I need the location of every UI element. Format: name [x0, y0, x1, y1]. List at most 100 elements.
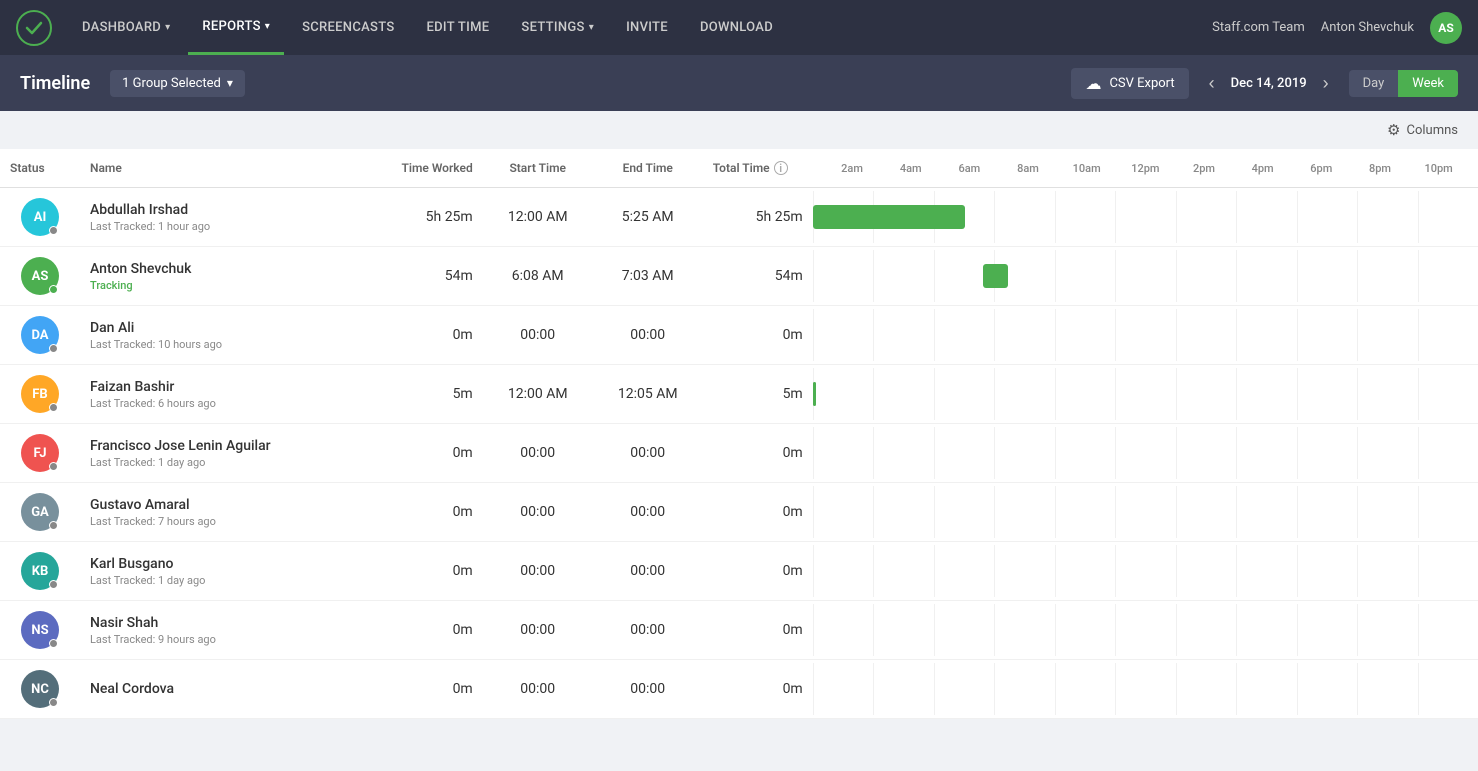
timeline-bar-area	[813, 486, 1478, 538]
th-status: Status	[0, 149, 80, 188]
nav-settings[interactable]: SETTINGS ▾	[507, 0, 608, 55]
user-name-label: Anton Shevchuk	[90, 261, 363, 277]
date-navigation: ‹ Dec 14, 2019 ›	[1201, 69, 1337, 98]
user-name-label: Karl Busgano	[90, 556, 363, 572]
timeline-bar	[983, 264, 1008, 288]
total-time-cell: 0m	[703, 542, 813, 601]
status-dot	[49, 639, 58, 648]
start-time-cell: 00:00	[483, 660, 593, 719]
week-view-button[interactable]: Week	[1398, 70, 1458, 97]
cloud-icon: ☁	[1085, 74, 1101, 93]
time-worked-cell: 0m	[373, 660, 483, 719]
day-view-button[interactable]: Day	[1349, 70, 1399, 97]
th-end-time: End Time	[593, 149, 703, 188]
hour-8pm: 8pm	[1351, 162, 1410, 175]
end-time-cell: 00:00	[593, 542, 703, 601]
chevron-down-icon: ▾	[265, 21, 270, 32]
timeline-cell	[813, 306, 1478, 365]
time-worked-cell: 5m	[373, 365, 483, 424]
end-time-cell: 00:00	[593, 660, 703, 719]
th-time-worked: Time Worked	[373, 149, 483, 188]
hour-4pm: 4pm	[1233, 162, 1292, 175]
app-logo[interactable]	[16, 10, 52, 46]
avatar: DA	[21, 316, 59, 354]
total-time-cell: 0m	[703, 306, 813, 365]
status-dot	[49, 285, 58, 294]
name-cell: Abdullah IrshadLast Tracked: 1 hour ago	[80, 188, 373, 247]
user-sub-label: Last Tracked: 10 hours ago	[90, 338, 363, 351]
group-label: 1 Group Selected	[122, 76, 221, 91]
user-sub-label: Last Tracked: 6 hours ago	[90, 397, 363, 410]
name-cell: Neal Cordova	[80, 660, 373, 719]
start-time-cell: 00:00	[483, 542, 593, 601]
csv-export-button[interactable]: ☁ CSV Export	[1071, 68, 1188, 99]
table-row: DADan AliLast Tracked: 10 hours ago0m00:…	[0, 306, 1478, 365]
nav-download[interactable]: DOWNLOAD	[686, 0, 787, 55]
group-selector[interactable]: 1 Group Selected ▾	[110, 70, 245, 97]
total-time-cell: 0m	[703, 601, 813, 660]
user-sub-label: Tracking	[90, 279, 363, 292]
end-time-cell: 12:05 AM	[593, 365, 703, 424]
total-time-cell: 0m	[703, 660, 813, 719]
start-time-cell: 12:00 AM	[483, 188, 593, 247]
th-timeline: 2am 4am 6am 8am 10am 12pm 2pm 4pm 6pm 8p…	[813, 149, 1478, 188]
time-worked-cell: 54m	[373, 247, 483, 306]
timeline-bar-area	[813, 191, 1478, 243]
timeline-cell	[813, 660, 1478, 719]
table-row: NSNasir ShahLast Tracked: 9 hours ago0m0…	[0, 601, 1478, 660]
start-time-cell: 00:00	[483, 306, 593, 365]
nav-dashboard[interactable]: DASHBOARD ▾	[68, 0, 184, 55]
total-time-cell: 5m	[703, 365, 813, 424]
status-cell: KB	[0, 542, 80, 601]
status-cell: GA	[0, 483, 80, 542]
columns-row: ⚙ Columns	[0, 111, 1478, 149]
total-time-cell: 54m	[703, 247, 813, 306]
table-wrapper: Status Name Time Worked Start Time End T…	[0, 149, 1478, 719]
end-time-cell: 00:00	[593, 306, 703, 365]
user-name-label: Francisco Jose Lenin Aguilar	[90, 438, 363, 454]
nav-reports[interactable]: REPORTS ▾	[188, 0, 284, 55]
timeline-cell	[813, 424, 1478, 483]
timeline-bar-area	[813, 427, 1478, 479]
user-name: Anton Shevchuk	[1321, 20, 1414, 35]
name-cell: Nasir ShahLast Tracked: 9 hours ago	[80, 601, 373, 660]
time-worked-cell: 0m	[373, 306, 483, 365]
hour-4am: 4am	[881, 162, 940, 175]
table-row: GAGustavo AmaralLast Tracked: 7 hours ag…	[0, 483, 1478, 542]
status-cell: AS	[0, 247, 80, 306]
timeline-cell	[813, 542, 1478, 601]
subheader: Timeline 1 Group Selected ▾ ☁ CSV Export…	[0, 55, 1478, 111]
columns-button[interactable]: ⚙ Columns	[1387, 121, 1458, 139]
nav-right: Staff.com Team Anton Shevchuk AS	[1212, 12, 1462, 44]
hour-8am: 8am	[999, 162, 1058, 175]
timeline-bar-area	[813, 663, 1478, 715]
timeline-cell	[813, 247, 1478, 306]
timeline-bar-area	[813, 250, 1478, 302]
timeline-cell	[813, 483, 1478, 542]
table-row: ASAnton ShevchukTracking54m6:08 AM7:03 A…	[0, 247, 1478, 306]
time-worked-cell: 0m	[373, 424, 483, 483]
user-name-label: Neal Cordova	[90, 681, 363, 697]
hour-6pm: 6pm	[1292, 162, 1351, 175]
status-dot	[49, 226, 58, 235]
th-start-time: Start Time	[483, 149, 593, 188]
avatar: FJ	[21, 434, 59, 472]
nav-screencasts[interactable]: SCREENCASTS	[288, 0, 408, 55]
table-row: FBFaizan BashirLast Tracked: 6 hours ago…	[0, 365, 1478, 424]
hour-10pm: 10pm	[1409, 162, 1468, 175]
name-cell: Anton Shevchuk Tracking	[80, 247, 373, 306]
start-time-cell: 12:00 AM	[483, 365, 593, 424]
end-time-cell: 5:25 AM	[593, 188, 703, 247]
avatar[interactable]: AS	[1430, 12, 1462, 44]
user-name-label: Abdullah Irshad	[90, 202, 363, 218]
status-cell: DA	[0, 306, 80, 365]
hour-2pm: 2pm	[1175, 162, 1234, 175]
prev-date-button[interactable]: ‹	[1201, 69, 1223, 98]
avatar: AI	[21, 198, 59, 236]
timeline-cell	[813, 188, 1478, 247]
view-toggle: Day Week	[1349, 70, 1458, 97]
nav-invite[interactable]: INVITE	[612, 0, 682, 55]
next-date-button[interactable]: ›	[1315, 69, 1337, 98]
nav-edit-time[interactable]: EDIT TIME	[413, 0, 504, 55]
avatar: GA	[21, 493, 59, 531]
